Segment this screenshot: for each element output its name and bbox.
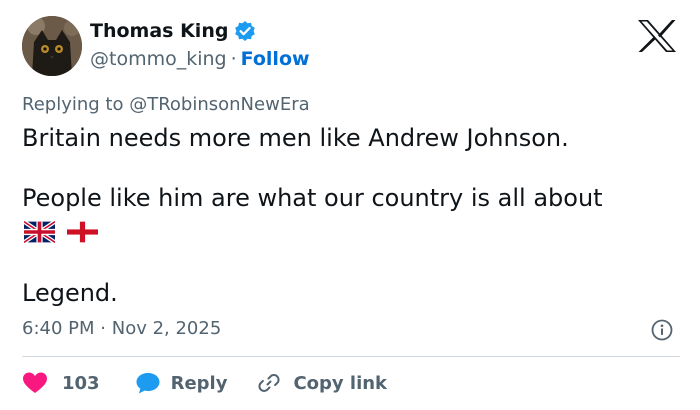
verified-badge-icon bbox=[234, 20, 256, 42]
cat-avatar-image bbox=[22, 16, 82, 76]
x-logo-icon[interactable] bbox=[636, 18, 678, 54]
author-handle-row: @tommo_king · Follow bbox=[90, 48, 310, 70]
reply-label: Reply bbox=[170, 372, 228, 394]
tweet-text-line-2: People like him are what our country is … bbox=[22, 184, 603, 212]
england-flag-emoji bbox=[67, 221, 98, 243]
copy-link-button[interactable]: Copy link bbox=[257, 371, 387, 395]
separator-dot: · bbox=[230, 48, 237, 70]
action-bar: 103 Reply Copy link bbox=[22, 370, 387, 396]
replying-to-label: Replying to bbox=[22, 94, 124, 115]
avatar[interactable] bbox=[22, 16, 82, 76]
link-icon bbox=[258, 374, 280, 392]
reply-button[interactable]: Reply bbox=[135, 371, 228, 395]
author-name-row[interactable]: Thomas King bbox=[90, 20, 256, 42]
reply-target-handle[interactable]: @TRobinsonNewEra bbox=[129, 94, 309, 115]
uk-flag-emoji bbox=[24, 221, 55, 243]
heart-icon bbox=[23, 372, 47, 393]
tweet-timestamp[interactable]: 6:40 PM · Nov 2, 2025 bbox=[22, 318, 221, 339]
tweet-text-line-3: Legend. bbox=[22, 279, 118, 307]
author-handle[interactable]: @tommo_king bbox=[90, 48, 227, 70]
like-button[interactable]: 103 bbox=[22, 371, 100, 395]
tweet-date[interactable]: Nov 2, 2025 bbox=[112, 318, 222, 339]
separator-dot: · bbox=[100, 318, 106, 339]
info-icon[interactable] bbox=[651, 319, 673, 341]
tweet-time[interactable]: 6:40 PM bbox=[22, 318, 95, 339]
copy-link-label: Copy link bbox=[293, 372, 388, 394]
speech-bubble-icon bbox=[136, 373, 160, 394]
divider bbox=[22, 356, 680, 357]
replying-to-line: Replying to @TRobinsonNewEra bbox=[22, 94, 310, 115]
tweet-emoji-row bbox=[24, 221, 98, 243]
follow-button[interactable]: Follow bbox=[241, 48, 310, 70]
author-display-name[interactable]: Thomas King bbox=[90, 20, 228, 42]
tweet-text-line-1: Britain needs more men like Andrew Johns… bbox=[22, 124, 569, 152]
like-count: 103 bbox=[62, 372, 100, 394]
